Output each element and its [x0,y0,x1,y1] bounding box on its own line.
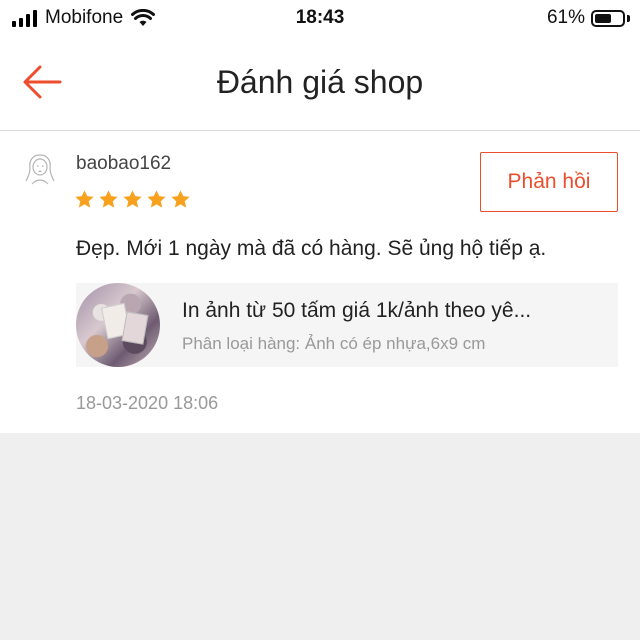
star-icon [99,190,118,208]
page-title: Đánh giá shop [216,64,424,100]
username: baobao162 [76,153,172,174]
battery-percent: 61% [546,7,585,28]
status-bar: Mobifone 18:43 61% [0,0,640,38]
rating-stars [74,189,191,210]
avatar[interactable] [22,151,58,187]
product-card[interactable]: In ảnh từ 50 tấm giá 1k/ảnh theo yê... P… [76,283,618,367]
battery-tip [627,14,630,22]
reply-button[interactable]: Phản hồi [480,152,618,212]
review-comment: Đẹp. Mới 1 ngày mà đã có hàng. Sẽ ủng hộ… [76,237,547,260]
review-card: baobao162 Phản hồi Đẹp. Mới 1 ngày mà đã… [0,131,640,433]
review-timestamp: 18-03-2020 18:06 [76,393,219,413]
star-icon [171,190,190,208]
status-right: 61% [547,7,630,29]
star-icon [75,190,94,208]
product-name: In ảnh từ 50 tấm giá 1k/ảnh theo yê... [182,299,532,322]
product-variation: Phân loại hàng: Ảnh có ép nhựa,6x9 cm [182,334,486,353]
product-thumbnail [76,283,160,367]
star-icon [123,190,142,208]
star-icon [147,190,166,208]
battery-fill [595,13,611,23]
clock: 18:43 [295,7,345,28]
battery-icon [591,9,625,27]
nav-bar: Đánh giá shop [0,38,640,131]
